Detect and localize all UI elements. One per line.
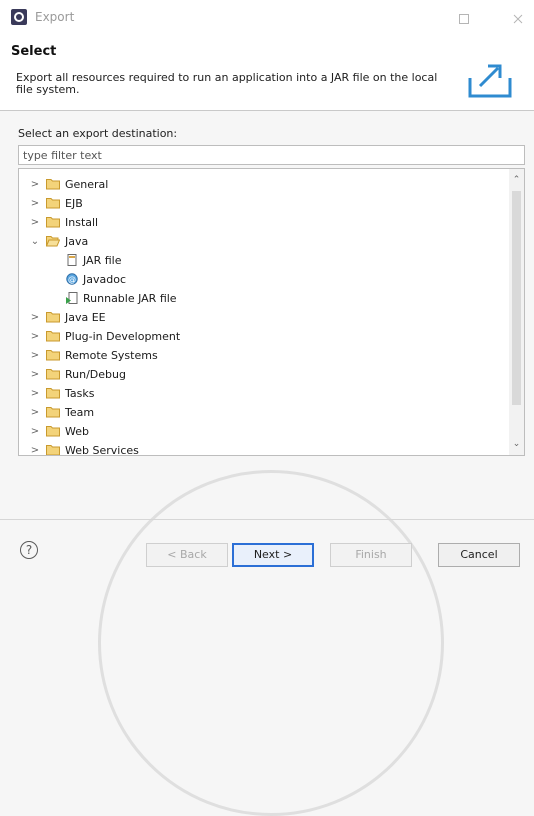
folder-icon (46, 331, 60, 342)
chevron-right-icon[interactable]: > (30, 365, 40, 384)
tree-item-install[interactable]: > Install (19, 213, 509, 232)
folder-icon (46, 426, 60, 437)
tree-item-label: Java (65, 235, 89, 248)
tree-item-label: Plug-in Development (65, 330, 181, 343)
tree-item-label: Run/Debug (65, 368, 126, 381)
scroll-down-icon[interactable]: ⌄ (509, 437, 524, 451)
chevron-right-icon[interactable]: > (30, 327, 40, 346)
chevron-right-icon[interactable]: > (30, 403, 40, 422)
folder-open-icon (46, 236, 60, 247)
chevron-down-icon[interactable]: ⌄ (30, 232, 40, 251)
chevron-right-icon[interactable]: > (30, 308, 40, 327)
tree-item-label: Web Services (65, 444, 139, 456)
tree-item-web-services[interactable]: > Web Services (19, 441, 509, 456)
svg-text:@: @ (68, 275, 76, 284)
maximize-button[interactable] (456, 11, 472, 27)
tree-item-java-ee[interactable]: > Java EE (19, 308, 509, 327)
runnable-jar-icon (66, 292, 78, 304)
chevron-right-icon[interactable]: > (30, 346, 40, 365)
tree-item-label: Java EE (65, 311, 106, 324)
header-separator (0, 110, 534, 111)
page-description: Export all resources required to run an … (16, 71, 438, 96)
export-destination-tree[interactable]: > General > EJB > Install ⌄ Java JAR fil… (18, 168, 525, 456)
scroll-up-icon[interactable]: ⌃ (509, 173, 524, 187)
chevron-right-icon[interactable]: > (30, 384, 40, 403)
javadoc-icon: @ (66, 273, 78, 285)
tree-item-javadoc[interactable]: @ Javadoc (19, 270, 509, 289)
folder-icon (46, 388, 60, 399)
tree-item-web[interactable]: > Web (19, 422, 509, 441)
tree-item-tasks[interactable]: > Tasks (19, 384, 509, 403)
tree-item-ejb[interactable]: > EJB (19, 194, 509, 213)
filter-input[interactable]: type filter text (18, 145, 525, 165)
tree-item-general[interactable]: > General (19, 175, 509, 194)
next-button[interactable]: Next > (232, 543, 314, 567)
destination-label: Select an export destination: (18, 127, 178, 140)
folder-icon (46, 179, 60, 190)
tree-item-label: Tasks (65, 387, 95, 400)
folder-icon (46, 369, 60, 380)
folder-icon (46, 312, 60, 323)
watermark-circle (98, 470, 444, 816)
wizard-header: Select Export all resources required to … (0, 38, 534, 110)
scrollbar-thumb[interactable] (512, 191, 521, 405)
chevron-right-icon[interactable]: > (30, 194, 40, 213)
jar-file-icon (67, 254, 77, 266)
tree-item-label: Install (65, 216, 99, 229)
folder-icon (46, 407, 60, 418)
tree-item-label: Runnable JAR file (83, 292, 177, 305)
folder-icon (46, 198, 60, 209)
tree-item-run-debug[interactable]: > Run/Debug (19, 365, 509, 384)
tree-item-label: General (65, 178, 109, 191)
tree-item-label: Web (65, 425, 89, 438)
cancel-button[interactable]: Cancel (438, 543, 520, 567)
close-button[interactable] (510, 11, 526, 27)
footer-separator (0, 519, 534, 520)
tree-item-label: EJB (65, 197, 83, 210)
page-title: Select (11, 44, 57, 59)
eclipse-app-icon (11, 9, 27, 25)
tree-item-java[interactable]: ⌄ Java (19, 232, 509, 251)
folder-icon (46, 350, 60, 361)
export-wizard-icon (468, 64, 512, 98)
tree-item-team[interactable]: > Team (19, 403, 509, 422)
window-title: Export (35, 10, 75, 24)
folder-icon (46, 217, 60, 228)
tree-item-label: Remote Systems (65, 349, 158, 362)
tree-scrollbar[interactable]: ⌃ ⌄ (509, 169, 524, 455)
chevron-right-icon[interactable]: > (30, 422, 40, 441)
tree-item-runnable-jar-file[interactable]: Runnable JAR file (19, 289, 509, 308)
tree-item-label: Javadoc (83, 273, 126, 286)
title-bar: Export (0, 0, 534, 38)
tree-item-label: Team (65, 406, 95, 419)
tree-item-jar-file[interactable]: JAR file (19, 251, 509, 270)
chevron-right-icon[interactable]: > (30, 175, 40, 194)
folder-icon (46, 445, 60, 455)
tree-item-remote-systems[interactable]: > Remote Systems (19, 346, 509, 365)
chevron-right-icon[interactable]: > (30, 213, 40, 232)
maximize-icon (459, 14, 469, 24)
chevron-right-icon[interactable]: > (30, 441, 40, 455)
tree-item-plug-in-development[interactable]: > Plug-in Development (19, 327, 509, 346)
tree-item-label: JAR file (83, 254, 122, 267)
back-button[interactable]: < Back (146, 543, 228, 567)
close-icon (513, 14, 523, 24)
help-button[interactable]: ? (20, 541, 38, 559)
finish-button[interactable]: Finish (330, 543, 412, 567)
